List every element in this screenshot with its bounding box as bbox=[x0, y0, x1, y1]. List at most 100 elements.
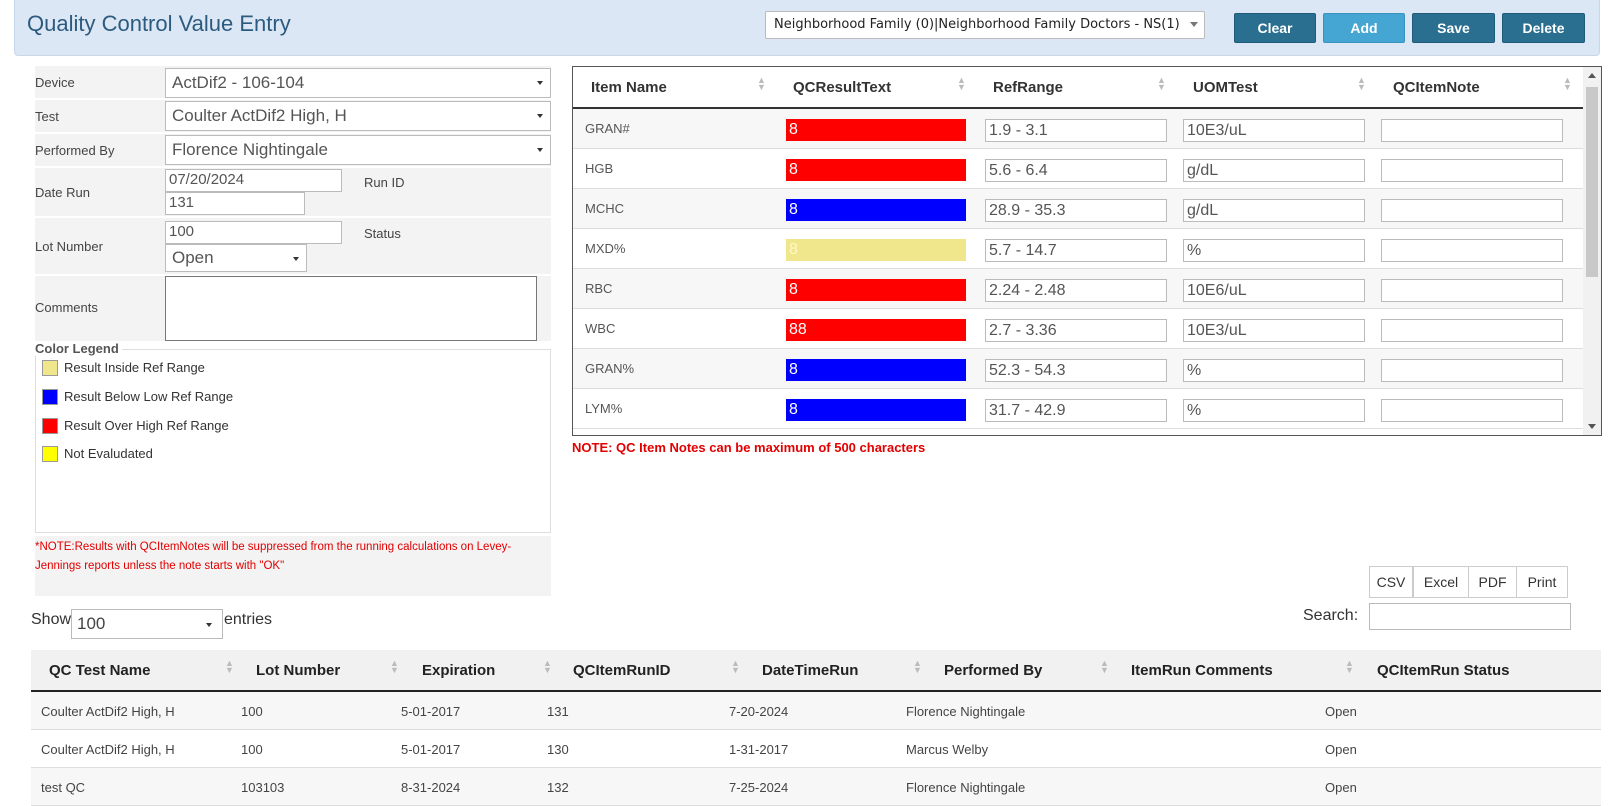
ref-range-input[interactable]: 5.7 - 14.7 bbox=[985, 239, 1167, 262]
cell-date-time-run: 7-20-2024 bbox=[729, 704, 789, 719]
scroll-up-icon[interactable] bbox=[1588, 73, 1596, 78]
vertical-scrollbar[interactable] bbox=[1583, 67, 1601, 435]
ref-range-input[interactable]: 52.3 - 54.3 bbox=[985, 359, 1167, 382]
column-header-uom[interactable]: UOMTest bbox=[1193, 79, 1258, 96]
column-header-qc-result[interactable]: QCResultText bbox=[793, 79, 891, 96]
uom-input[interactable]: g/dL bbox=[1183, 159, 1365, 182]
qc-result-input[interactable]: 8 bbox=[786, 119, 966, 141]
column-header-expiration[interactable]: Expiration bbox=[422, 662, 495, 679]
pdf-button[interactable]: PDF bbox=[1468, 566, 1517, 598]
table-row[interactable]: test QC 103103 8-31-2024 132 7-25-2024 Floren… bbox=[31, 768, 1601, 806]
uom-input[interactable]: 10E3/uL bbox=[1183, 319, 1365, 342]
runs-table-header: QC Test Name ▲ ▼ Lot Number ▲ ▼ Expiration… bbox=[31, 650, 1601, 692]
sort-icon: ▲ ▼ bbox=[731, 658, 740, 675]
entries-select-value: 100 bbox=[77, 614, 106, 633]
uom-input[interactable]: g/dL bbox=[1183, 199, 1365, 222]
item-name: LYM% bbox=[585, 401, 623, 416]
run-id-input[interactable]: 131 bbox=[165, 192, 305, 215]
add-button[interactable]: Add bbox=[1323, 13, 1405, 43]
ref-range-input[interactable]: 28.9 - 35.3 bbox=[985, 199, 1167, 222]
sort-icon: ▲ ▼ bbox=[1157, 75, 1166, 92]
qc-item-note-input[interactable] bbox=[1381, 239, 1563, 262]
ref-range-input[interactable]: 2.24 - 2.48 bbox=[985, 279, 1167, 302]
column-header-item-run-comments[interactable]: ItemRun Comments bbox=[1131, 662, 1273, 679]
uom-input[interactable]: % bbox=[1183, 399, 1365, 422]
table-row[interactable]: Coulter ActDif2 High, H 100 5-01-2017 131 7-… bbox=[31, 692, 1601, 730]
save-button[interactable]: Save bbox=[1412, 13, 1495, 43]
qc-grid-row: MCHC 8 28.9 - 35.3 g/dL bbox=[573, 189, 1583, 229]
comments-textarea[interactable] bbox=[165, 276, 537, 341]
scrollbar-thumb[interactable] bbox=[1586, 87, 1598, 277]
facility-select[interactable]: Neighborhood Family (0)|Neighborhood Fam… bbox=[765, 11, 1205, 39]
device-label: Device bbox=[35, 75, 75, 90]
qc-result-input[interactable]: 8 bbox=[786, 279, 966, 301]
ref-range-input[interactable]: 1.9 - 3.1 bbox=[985, 119, 1167, 142]
color-swatch bbox=[42, 360, 58, 376]
item-name: WBC bbox=[585, 321, 616, 336]
column-header-qc-item-run-status[interactable]: QCItemRun Status bbox=[1377, 662, 1510, 679]
uom-input[interactable]: % bbox=[1183, 359, 1365, 382]
ref-range-input[interactable]: 5.6 - 6.4 bbox=[985, 159, 1167, 182]
legend-item-label: Result Below Low Ref Range bbox=[64, 389, 234, 404]
table-row[interactable]: Coulter ActDif2 High, H 100 5-01-2017 130 1-… bbox=[31, 730, 1601, 768]
column-header-ref-range[interactable]: RefRange bbox=[993, 79, 1063, 96]
sort-icon: ▲ ▼ bbox=[1345, 658, 1354, 675]
uom-input[interactable]: 10E3/uL bbox=[1183, 119, 1365, 142]
column-header-qc-item-run-id[interactable]: QCItemRunID bbox=[573, 662, 671, 679]
color-swatch bbox=[42, 418, 58, 434]
clear-button[interactable]: Clear bbox=[1234, 13, 1316, 43]
search-input[interactable] bbox=[1369, 603, 1571, 630]
qc-result-input[interactable]: 8 bbox=[786, 359, 966, 381]
excel-button[interactable]: Excel bbox=[1413, 566, 1469, 598]
qc-result-input[interactable]: 8 bbox=[786, 239, 966, 261]
cell-qc-item-run-id: 130 bbox=[547, 742, 569, 757]
qc-grid-row: LYM% 8 31.7 - 42.9% bbox=[573, 389, 1583, 429]
test-select[interactable]: Coulter ActDif2 High, H bbox=[165, 101, 551, 131]
qc-item-note-input[interactable] bbox=[1381, 319, 1563, 342]
performed-by-select[interactable]: Florence Nightingale bbox=[165, 135, 551, 165]
column-header-qc-item-note[interactable]: QCItemNote bbox=[1393, 79, 1480, 96]
cell-qc-test-name: Coulter ActDif2 High, H bbox=[41, 704, 175, 719]
delete-button[interactable]: Delete bbox=[1502, 13, 1585, 43]
device-select[interactable]: ActDif2 - 106-104 bbox=[165, 68, 551, 98]
column-header-performed-by[interactable]: Performed By bbox=[944, 662, 1042, 679]
chevron-down-icon bbox=[537, 81, 543, 85]
print-button[interactable]: Print bbox=[1516, 566, 1568, 598]
cell-qc-item-run-status: Open bbox=[1325, 742, 1357, 757]
qc-item-note-input[interactable] bbox=[1381, 399, 1563, 422]
qc-item-note-input[interactable] bbox=[1381, 199, 1563, 222]
uom-input[interactable]: 10E6/uL bbox=[1183, 279, 1365, 302]
qc-result-input[interactable]: 8 bbox=[786, 199, 966, 221]
runs-table-body: Coulter ActDif2 High, H 100 5-01-2017 131 7-… bbox=[31, 692, 1601, 806]
qc-item-note-input[interactable] bbox=[1381, 119, 1563, 142]
performed-by-label: Performed By bbox=[35, 143, 115, 158]
status-select[interactable]: Open bbox=[165, 244, 307, 272]
date-run-input[interactable]: 07/20/2024 bbox=[165, 169, 342, 192]
qc-item-note-input[interactable] bbox=[1381, 159, 1563, 182]
ref-range-input[interactable]: 31.7 - 42.9 bbox=[985, 399, 1167, 422]
qc-item-note-input[interactable] bbox=[1381, 279, 1563, 302]
qc-result-input[interactable]: 8 bbox=[786, 399, 966, 421]
legend-item-over: Result Over High Ref Range bbox=[42, 418, 229, 434]
column-header-qc-test-name[interactable]: QC Test Name bbox=[49, 662, 150, 679]
qc-item-note-limit: NOTE: QC Item Notes can be maximum of 50… bbox=[572, 440, 926, 455]
csv-button[interactable]: CSV bbox=[1369, 566, 1413, 598]
entries-select[interactable]: 100 bbox=[71, 609, 223, 639]
qc-result-input[interactable]: 8 bbox=[786, 159, 966, 181]
cell-qc-item-run-status: Open bbox=[1325, 780, 1357, 795]
column-header-lot-number[interactable]: Lot Number bbox=[256, 662, 340, 679]
cell-lot-number: 100 bbox=[241, 704, 263, 719]
qc-result-input[interactable]: 88 bbox=[786, 319, 966, 341]
cell-qc-test-name: Coulter ActDif2 High, H bbox=[41, 742, 175, 757]
scroll-down-icon[interactable] bbox=[1588, 424, 1596, 429]
uom-input[interactable]: % bbox=[1183, 239, 1365, 262]
lot-number-input[interactable]: 100 bbox=[165, 221, 342, 244]
qc-item-note-input[interactable] bbox=[1381, 359, 1563, 382]
column-header-item-name[interactable]: Item Name bbox=[591, 79, 667, 96]
ref-range-input[interactable]: 2.7 - 3.36 bbox=[985, 319, 1167, 342]
qc-grid-body: GRAN# 8 1.9 - 3.1 10E3/uL HGB 8 5.6 - 6.4 g/dL M… bbox=[573, 109, 1583, 435]
cell-lot-number: 103103 bbox=[241, 780, 285, 795]
column-header-date-time-run[interactable]: DateTimeRun bbox=[762, 662, 858, 679]
qc-grid-row: GRAN# 8 1.9 - 3.1 10E3/uL bbox=[573, 109, 1583, 149]
performed-by-row: Performed By Florence Nightingale bbox=[35, 134, 551, 166]
